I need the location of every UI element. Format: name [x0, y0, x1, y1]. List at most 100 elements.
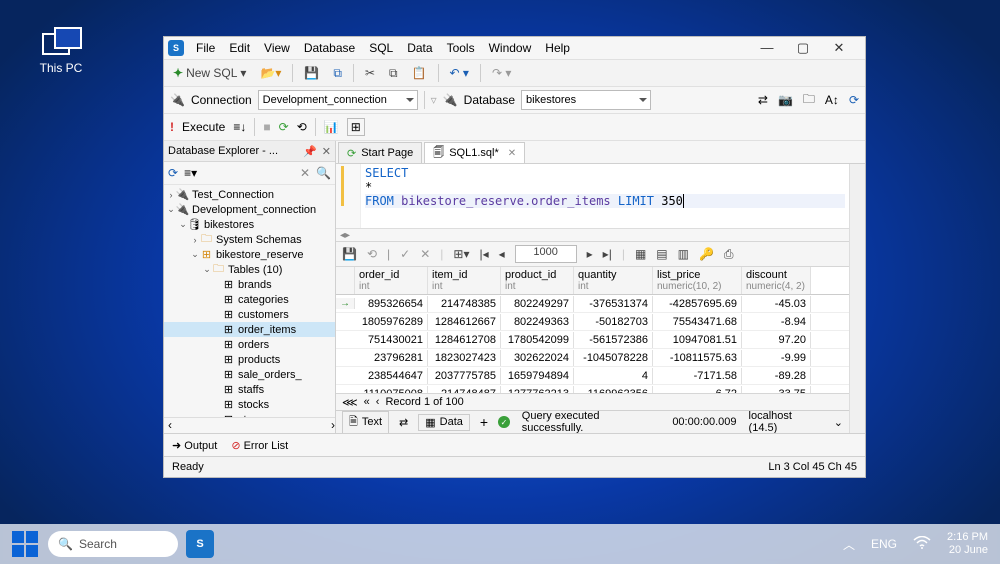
filter-icon[interactable]: ▿ [431, 93, 437, 107]
copy-button[interactable]: ⧉ [386, 65, 401, 82]
table-row[interactable]: 238544647203777578516597948944-7171.58-8… [336, 367, 849, 385]
output-tab[interactable]: ➜ Output [172, 439, 217, 452]
menu-window[interactable]: Window [483, 39, 538, 57]
minimize-button[interactable]: — [753, 40, 781, 56]
tray-clock[interactable]: 2:16 PM20 June [947, 531, 988, 557]
menu-tools[interactable]: Tools [441, 39, 481, 57]
rollback-button[interactable]: ⟲ [297, 120, 307, 134]
connection-combo[interactable]: Development_connection [258, 90, 418, 110]
h-scroll-right[interactable]: › [331, 418, 335, 433]
table-row[interactable]: 75143002112846127081780542099-5615723861… [336, 331, 849, 349]
new-sql-button[interactable]: ✦New SQL ▾ [170, 65, 249, 81]
table-row[interactable]: 237962811823027423302622024-1045078228-1… [336, 349, 849, 367]
tab-start-page[interactable]: ⟳Start Page [338, 142, 422, 163]
error-list-tab[interactable]: ⊘ Error List [231, 439, 288, 452]
commit-button[interactable]: ⟳ [279, 120, 289, 134]
database-combo[interactable]: bikestores [521, 90, 651, 110]
camera-icon[interactable]: 📷 [778, 93, 793, 107]
redo-button[interactable]: ↷ ▾ [489, 65, 514, 81]
cut-button[interactable]: ✂ [362, 65, 378, 81]
refresh-tree-icon[interactable]: ⟳ [168, 166, 178, 180]
execute-button[interactable]: Execute [182, 120, 225, 134]
success-icon: ✓ [498, 416, 510, 428]
menu-data[interactable]: Data [401, 39, 438, 57]
column-header[interactable]: product_idint [501, 267, 574, 294]
column-header[interactable]: quantityint [574, 267, 653, 294]
font-icon[interactable]: A↕ [825, 93, 839, 107]
record-navigator[interactable]: ⋘«‹Record 1 of 100 [336, 393, 849, 410]
wifi-icon[interactable] [913, 536, 931, 553]
results-grid[interactable]: order_idintitem_idintproduct_idintquanti… [336, 267, 849, 393]
refresh-conn-icon[interactable]: ⟳ [849, 93, 859, 107]
save-all-button[interactable]: ⧉ [330, 65, 345, 82]
grid-key-icon[interactable]: 🔑 [699, 247, 714, 261]
stop-button[interactable]: ■ [263, 120, 270, 134]
grid-view2-icon[interactable]: ▤ [656, 247, 667, 261]
page-first-icon[interactable]: |◂ [479, 247, 488, 261]
status-ready: Ready [172, 461, 204, 473]
editor-tabs: ⟳Start Page 🗐SQL1.sql*✕ [336, 141, 865, 164]
grid-revert-icon[interactable]: ⟲ [367, 247, 377, 261]
tab-sql1[interactable]: 🗐SQL1.sql*✕ [424, 142, 525, 163]
grid-save-icon[interactable]: 💾 [342, 247, 357, 261]
search-tree-icon[interactable]: 🔍 [316, 166, 331, 180]
chevron-down-icon[interactable]: ⌄ [834, 416, 843, 429]
page-size-input[interactable]: 1000 [515, 245, 577, 263]
page-last-icon[interactable]: ▸| [603, 247, 612, 261]
paste-button[interactable]: 📋 [409, 65, 430, 81]
grid-layout-icon[interactable]: ⊞▾ [453, 247, 469, 261]
column-header[interactable]: order_idint [355, 267, 428, 294]
menu-database[interactable]: Database [298, 39, 361, 57]
exec-options-icon[interactable]: ≡↓ [233, 120, 246, 134]
grid-check-icon[interactable]: ✓ [400, 247, 410, 261]
pin-icon[interactable]: 📌 [303, 145, 317, 158]
grid-script-icon[interactable]: ⎙ [724, 247, 734, 262]
menu-edit[interactable]: Edit [223, 39, 256, 57]
close-button[interactable]: ✕ [825, 40, 853, 56]
connection-tree[interactable]: ›🔌Test_Connection ⌄🔌Development_connecti… [164, 185, 335, 417]
explain-button[interactable]: 📊 [324, 120, 339, 134]
menu-file[interactable]: File [190, 39, 221, 57]
tray-chevron-icon[interactable]: ︿ [843, 536, 855, 553]
grid-delete-icon[interactable]: ✕ [420, 247, 430, 261]
page-next-icon[interactable]: ▸ [587, 247, 593, 261]
sql-editor[interactable]: SELECT * FROM bikestore_reserve.order_it… [336, 164, 849, 228]
undo-button[interactable]: ↶ ▾ [447, 65, 472, 81]
tray-language[interactable]: ENG [871, 537, 897, 551]
menu-help[interactable]: Help [539, 39, 576, 57]
folder-icon[interactable]: 🗀 [803, 90, 815, 111]
table-row[interactable]: 11100750082147484871277762213-1169962356… [336, 385, 849, 393]
save-button[interactable]: 💾 [301, 65, 322, 81]
table-row[interactable]: 895326654214748385802249297-376531374-42… [336, 295, 849, 313]
maximize-button[interactable]: ▢ [789, 40, 817, 56]
column-header[interactable]: item_idint [428, 267, 501, 294]
editor-scrollbar[interactable] [849, 164, 865, 433]
add-panel-button[interactable]: + [480, 414, 488, 430]
app-logo-icon: S [168, 40, 184, 56]
grid-toolbar: 💾 ⟲ | ✓ ✕ | ⊞▾ |◂ ◂ 1000 ▸ ▸| | [336, 241, 849, 267]
desktop-this-pc[interactable]: This PC [31, 27, 91, 75]
plan-button[interactable]: ⊞ [347, 118, 365, 136]
table-row[interactable]: 18059762891284612667802249363-5018270375… [336, 313, 849, 331]
taskbar-search[interactable]: 🔍 Search [48, 531, 178, 557]
collapse-tree-icon[interactable]: ✕ [300, 166, 310, 180]
tree-table-item: ⊞customers [164, 307, 335, 322]
open-button[interactable]: 📂▾ [257, 65, 284, 81]
start-button[interactable] [12, 531, 38, 557]
taskbar-app-icon[interactable]: S [186, 530, 214, 558]
menu-view[interactable]: View [258, 39, 296, 57]
swap-icon[interactable]: ⇄ [399, 416, 408, 429]
tree-options-icon[interactable]: ≡▾ [184, 166, 197, 180]
data-tab-button[interactable]: ▦ Data [418, 414, 470, 431]
tab-close-icon[interactable]: ✕ [508, 148, 516, 159]
menu-sql[interactable]: SQL [363, 39, 399, 57]
text-tab-button[interactable]: 🗎 Text [342, 411, 389, 434]
database-label: Database [464, 93, 515, 107]
new-conn-icon[interactable]: ⇄ [758, 93, 768, 107]
page-prev-icon[interactable]: ◂ [499, 247, 505, 261]
grid-view3-icon[interactable]: ▥ [678, 247, 689, 261]
close-panel-icon[interactable]: ✕ [322, 145, 331, 158]
column-header[interactable]: discountnumeric(4, 2) [742, 267, 811, 294]
grid-view1-icon[interactable]: ▦ [635, 247, 646, 261]
column-header[interactable]: list_pricenumeric(10, 2) [653, 267, 742, 294]
